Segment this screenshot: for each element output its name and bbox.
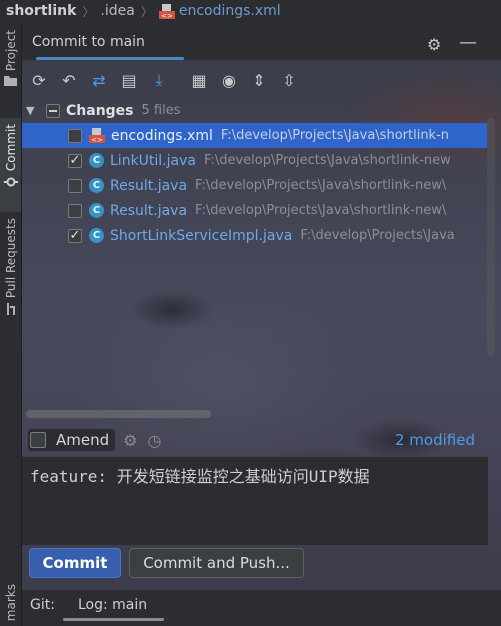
file-name: Result.java [110, 177, 188, 194]
folder-icon [4, 76, 17, 87]
xml-file-icon: <> [89, 128, 105, 143]
file-path: F:\develop\Projects\Java\shortlink-n [220, 128, 450, 143]
active-tab-indicator [36, 57, 184, 60]
tab-commit-to-main[interactable]: Commit to main [32, 34, 145, 50]
file-name: encodings.xml [111, 127, 213, 144]
file-checkbox[interactable]: ✓ [68, 228, 82, 243]
tab-project-label: Project [3, 30, 18, 72]
xml-file-icon: <> [158, 3, 175, 19]
changes-tree: ▼ Changes 5 files <> encodings.xml F:\de… [22, 98, 487, 248]
changes-group-label: Changes [66, 102, 134, 119]
java-class-icon: C [89, 203, 104, 218]
file-path: F:\develop\Projects\Java\shortlink-new\ [195, 178, 447, 193]
breadcrumb-folder[interactable]: .idea [96, 3, 138, 19]
rollback-icon[interactable]: ↶ [56, 68, 82, 92]
breadcrumb-file-label: encodings.xml [178, 3, 281, 19]
tree-vertical-scrollbar[interactable] [487, 118, 495, 356]
java-class-icon: C [89, 228, 104, 243]
file-path: F:\develop\Projects\Java\shortlink-new [203, 153, 451, 168]
file-name: Result.java [110, 202, 188, 219]
file-checkbox[interactable] [68, 203, 82, 218]
group-by-icon[interactable]: ▦ [186, 68, 212, 92]
file-checkbox[interactable] [68, 178, 82, 193]
download-icon[interactable]: ⤓ [146, 68, 172, 92]
commit-and-push-button[interactable]: Commit and Push... [129, 548, 304, 578]
collapse-all-icon[interactable]: ⇳ [276, 68, 302, 92]
tab-project[interactable]: Project [0, 30, 21, 87]
git-label: Git: [30, 597, 55, 613]
file-row[interactable]: C Result.java F:\develop\Projects\Java\s… [22, 198, 487, 223]
changes-file-count: 5 files [141, 103, 181, 118]
file-name: LinkUtil.java [110, 152, 196, 169]
breadcrumb-file[interactable]: <> encodings.xml [155, 3, 285, 19]
changes-group-checkbox[interactable] [46, 103, 60, 118]
file-row[interactable]: ✓ C ShortLinkServiceImpl.java F:\develop… [22, 223, 487, 248]
diff-icon[interactable]: ⇄ [86, 68, 112, 92]
gear-icon[interactable]: ⚙ [123, 431, 137, 450]
chevron-down-icon[interactable]: ▼ [26, 104, 34, 117]
refresh-icon[interactable]: ⟳ [26, 68, 52, 92]
log-tab-indicator [63, 618, 164, 621]
file-row[interactable]: ✓ C LinkUtil.java F:\develop\Projects\Ja… [22, 148, 487, 173]
file-checkbox[interactable]: ✓ [68, 153, 82, 168]
tab-pull-requests[interactable]: Pull Requests [0, 218, 21, 316]
tab-log-main[interactable]: Log: main [78, 597, 147, 613]
expand-all-icon[interactable]: ⇕ [246, 68, 272, 92]
file-row[interactable]: C Result.java F:\develop\Projects\Java\s… [22, 173, 487, 198]
modified-count-link[interactable]: 2 modified [395, 431, 475, 449]
history-icon[interactable]: ◷ [147, 431, 161, 450]
shelve-icon[interactable]: ▤ [116, 68, 142, 92]
commit-message-editor[interactable]: feature: 开发短链接监控之基础访问UIP数据 [22, 456, 488, 545]
tab-bookmarks[interactable]: marks [0, 584, 21, 621]
tab-pull-requests-label: Pull Requests [3, 218, 18, 299]
tab-commit-label: Commit [3, 124, 18, 172]
bottom-tool-bar: Git: Log: main [22, 590, 501, 626]
commit-button-bar: Commit Commit and Push... [22, 544, 501, 588]
svg-text:<>: <> [91, 136, 103, 143]
amend-checkbox[interactable] [30, 432, 46, 448]
tool-window-header: Commit to main ⚙ — [22, 30, 501, 60]
changes-group-row[interactable]: ▼ Changes 5 files [22, 98, 487, 123]
amend-label: Amend [56, 431, 110, 449]
file-row[interactable]: <> encodings.xml F:\develop\Projects\Jav… [22, 123, 487, 148]
commit-button[interactable]: Commit [29, 548, 121, 578]
file-path: F:\develop\Projects\Java [300, 228, 455, 243]
tree-horizontal-scrollbar[interactable] [26, 410, 211, 418]
eye-icon[interactable]: ◉ [216, 68, 242, 92]
amend-bar: Amend ⚙ ◷ 2 modified [22, 426, 501, 454]
pull-request-icon [6, 303, 15, 316]
left-tool-stripe: Project Commit Pull Requests marks [0, 22, 22, 626]
minimize-icon[interactable]: — [459, 32, 477, 53]
commit-message-text: feature: 开发短链接监控之基础访问UIP数据 [30, 467, 370, 486]
file-path: F:\develop\Projects\Java\shortlink-new\ [195, 203, 447, 218]
commit-icon [3, 177, 18, 187]
tab-commit[interactable]: Commit [0, 118, 21, 212]
gear-icon[interactable]: ⚙ [427, 35, 441, 54]
java-class-icon: C [89, 153, 104, 168]
chevron-right-icon: 〉 [82, 4, 95, 19]
amend-checkbox-group[interactable]: Amend [28, 429, 116, 451]
tab-bookmarks-label: marks [3, 584, 18, 622]
commit-toolbar: ⟳ ↶ ⇄ ▤ ⤓ ▦ ◉ ⇕ ⇳ [22, 66, 501, 94]
java-class-icon: C [89, 178, 104, 193]
file-checkbox[interactable] [68, 128, 82, 143]
chevron-right-icon: 〉 [140, 4, 153, 19]
breadcrumb: shortlink 〉 .idea 〉 <> encodings.xml [0, 0, 501, 22]
file-name: ShortLinkServiceImpl.java [110, 227, 293, 244]
svg-text:<>: <> [161, 12, 173, 19]
breadcrumb-project[interactable]: shortlink [0, 3, 80, 19]
